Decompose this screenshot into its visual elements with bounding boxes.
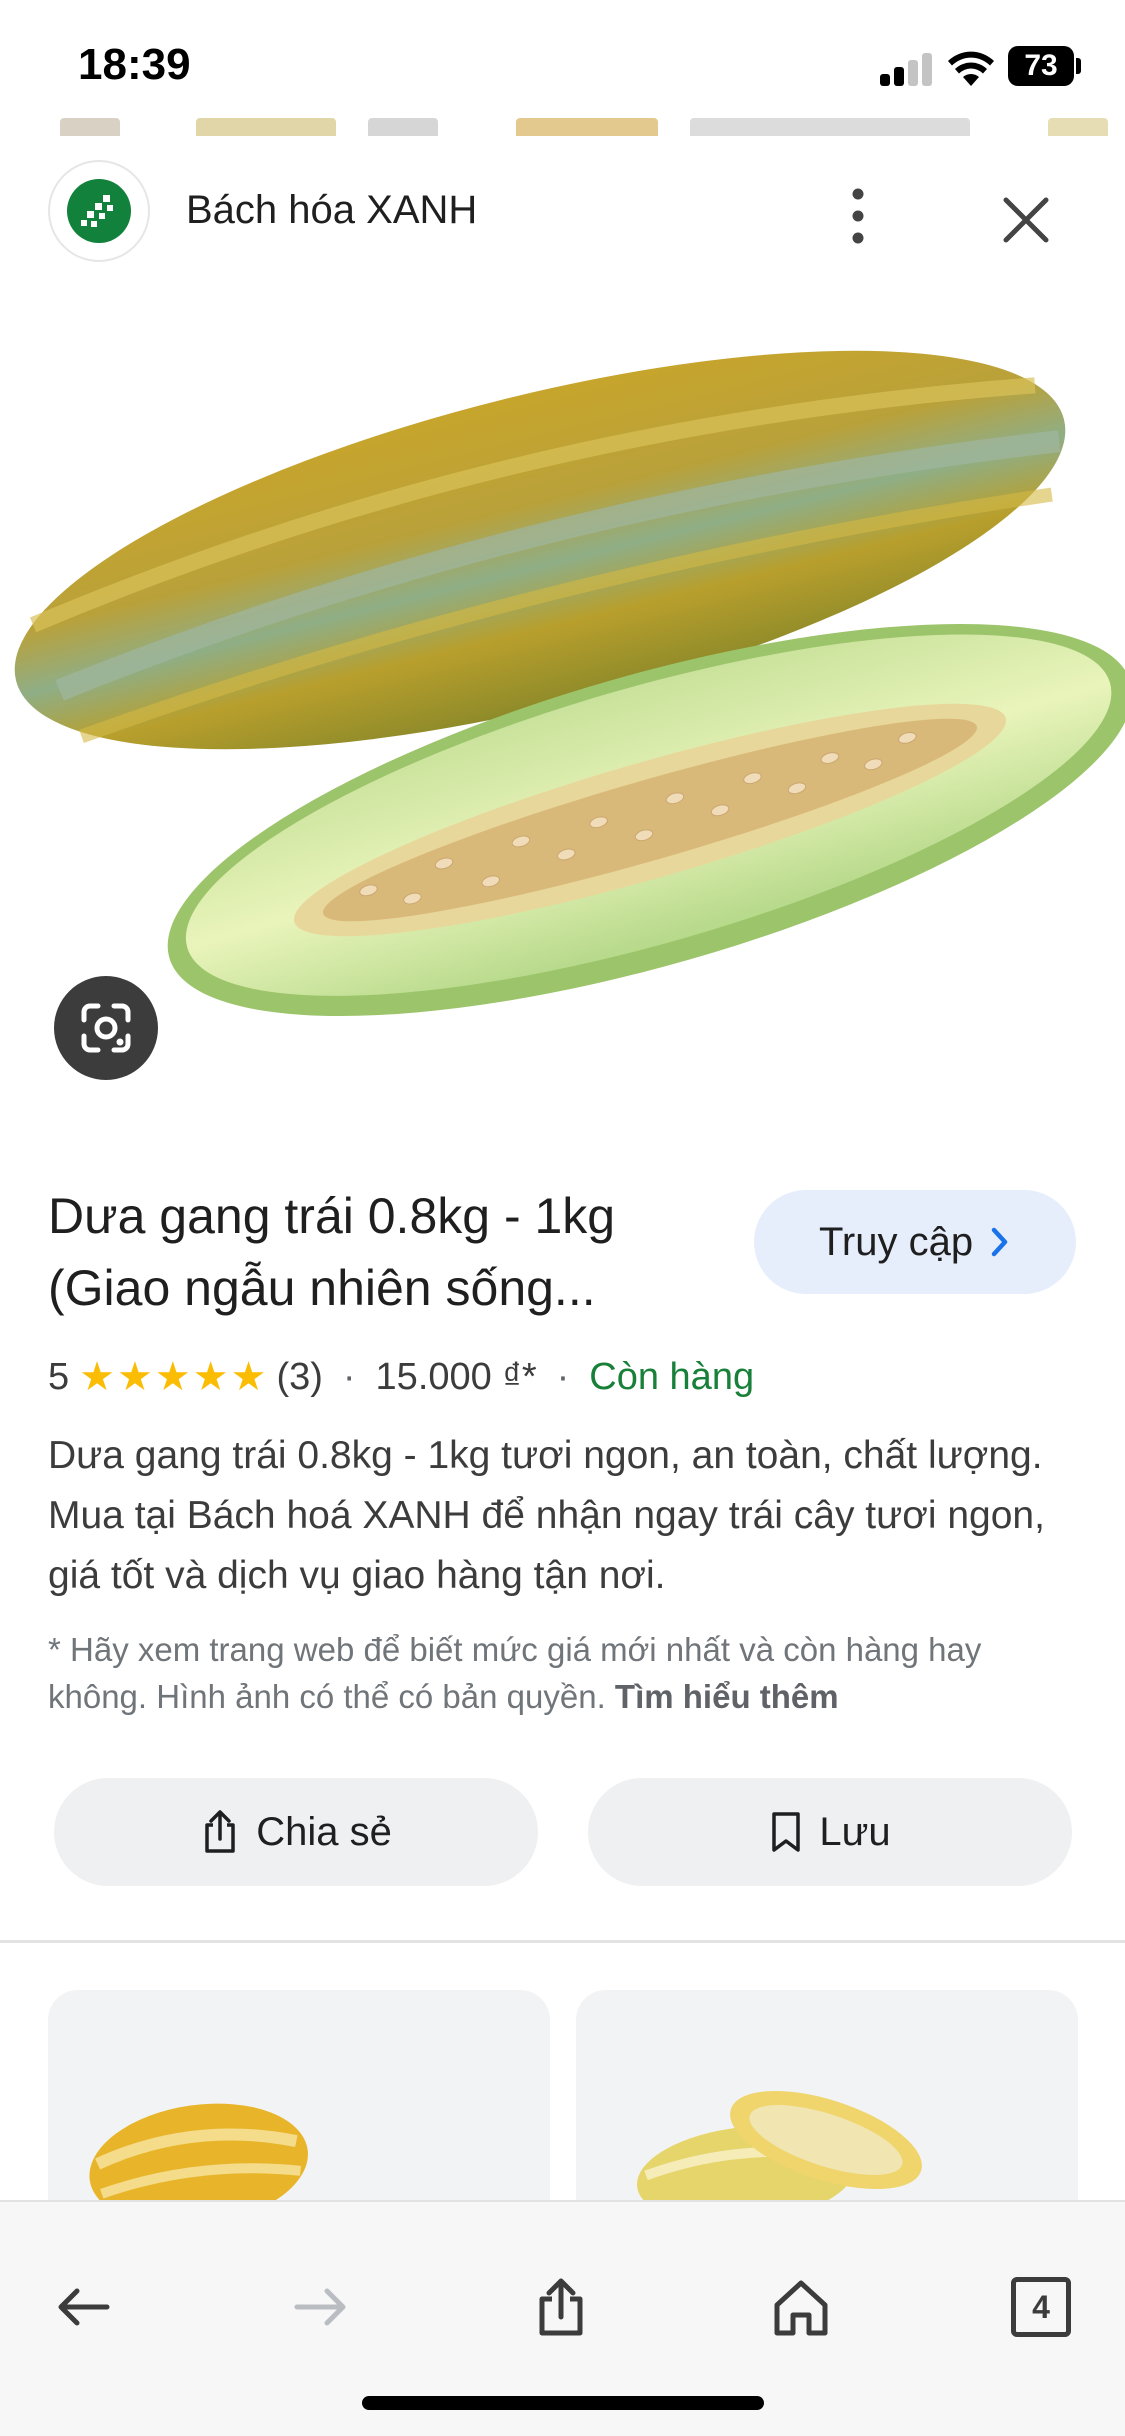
battery-tip [1076, 58, 1081, 74]
chevron-right-icon [991, 1227, 1008, 1257]
forward-button[interactable] [276, 2262, 366, 2352]
toolbar-share-button[interactable] [516, 2262, 606, 2352]
battery-icon: 73 [1008, 46, 1074, 86]
save-button[interactable]: Lưu [588, 1778, 1072, 1886]
forward-arrow-icon [294, 2288, 346, 2326]
star-rating: ★ ★ ★ ★ ★ [79, 1357, 266, 1397]
home-indicator[interactable] [362, 2396, 764, 2410]
save-label: Lưu [819, 1809, 891, 1854]
close-button[interactable] [994, 188, 1058, 252]
status-bar: 18:39 73 [0, 0, 1125, 130]
separator-dot: · [556, 1355, 570, 1398]
google-lens-icon [81, 1003, 131, 1053]
bookmark-icon [772, 1812, 801, 1852]
bach-hoa-xanh-logo-icon [67, 179, 131, 243]
visit-label: Truy cập [818, 1219, 974, 1264]
panel-header: Bách hóa XANH [0, 136, 1125, 286]
price: 15.000 ₫* [375, 1355, 537, 1398]
visit-button[interactable]: Truy cập [754, 1190, 1076, 1294]
background-results-strip [0, 112, 1125, 136]
product-image[interactable] [0, 300, 1125, 1100]
status-time: 18:39 [78, 40, 191, 89]
site-logo[interactable] [48, 160, 150, 262]
product-description: Dưa gang trái 0.8kg - 1kg tươi ngon, an … [48, 1434, 1045, 1597]
product-title: Dưa gang trái 0.8kg - 1kg (Giao ngẫu nhi… [48, 1188, 616, 1316]
star-icon: ★ [117, 1355, 153, 1399]
rating-row: 5 ★ ★ ★ ★ ★ (3) · 15.000 ₫* · Còn hàng [48, 1352, 754, 1402]
share-icon [205, 1810, 235, 1853]
logo-mark-icon [81, 195, 113, 227]
learn-more-link[interactable]: Tìm hiểu thêm [615, 1678, 839, 1715]
section-divider [0, 1940, 1125, 1943]
home-icon [774, 2280, 828, 2336]
share-button[interactable]: Chia sẻ [54, 1778, 538, 1886]
rating-value: 5 [48, 1355, 70, 1398]
availability-status: Còn hàng [589, 1355, 755, 1398]
star-icon: ★ [230, 1355, 267, 1399]
back-arrow-icon [58, 2288, 110, 2326]
star-icon: ★ [192, 1355, 229, 1399]
disclaimer-text: * Hãy xem trang web để biết mức giá mới … [48, 1631, 982, 1715]
google-lens-button[interactable] [54, 976, 158, 1080]
star-icon: ★ [154, 1355, 191, 1399]
price-disclaimer: * Hãy xem trang web để biết mức giá mới … [48, 1626, 1078, 1720]
signal-icon [880, 52, 934, 86]
star-icon: ★ [79, 1355, 115, 1399]
back-button[interactable] [38, 2262, 128, 2352]
tabs-count-icon: 4 [1011, 2277, 1071, 2337]
close-icon [1003, 197, 1049, 243]
tabs-button[interactable]: 4 [996, 2262, 1086, 2352]
review-count: (3) [276, 1355, 323, 1398]
more-vert-icon [852, 188, 864, 244]
wifi-icon [948, 51, 994, 86]
share-icon [539, 2278, 583, 2336]
home-button[interactable] [756, 2262, 846, 2352]
separator-dot: · [342, 1355, 356, 1398]
share-label: Chia sẻ [256, 1809, 392, 1854]
site-name[interactable]: Bách hóa XANH [186, 188, 477, 233]
more-options-button[interactable] [830, 184, 886, 248]
